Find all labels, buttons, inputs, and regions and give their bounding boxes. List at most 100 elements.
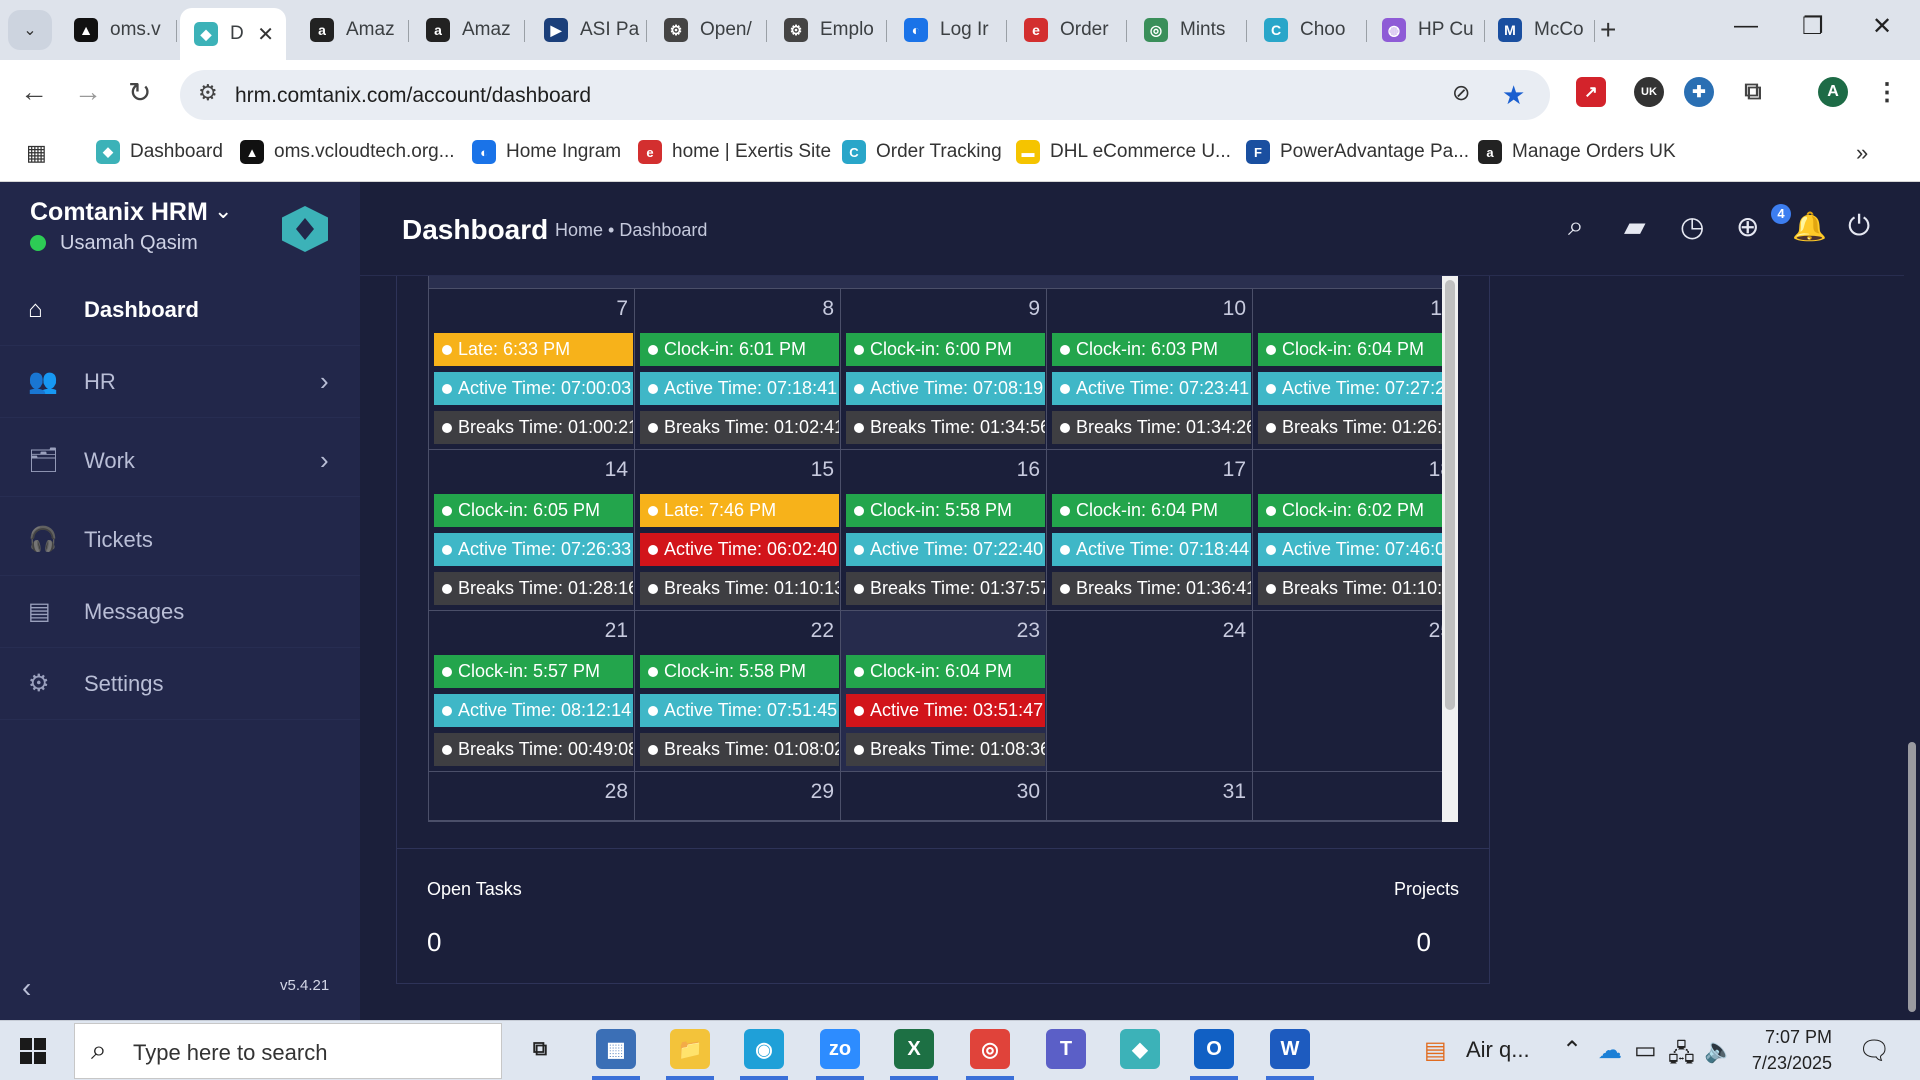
- attendance-event[interactable]: Active Time: 07:08:19: [846, 372, 1045, 405]
- more-bookmarks-icon[interactable]: »: [1856, 140, 1868, 166]
- calendar-day-cell[interactable]: 23 Clock-in: 6:04 PM Active Time: 03:51:47…: [840, 611, 1046, 771]
- clock-icon[interactable]: ◷: [1680, 210, 1704, 243]
- taskbar-app-word[interactable]: W: [1270, 1029, 1310, 1069]
- calendar-scrollbar[interactable]: [1442, 276, 1458, 822]
- attendance-event[interactable]: Breaks Time: 01:08:36: [846, 733, 1045, 766]
- minimize-button[interactable]: —: [1734, 12, 1758, 40]
- attendance-event[interactable]: Active Time: 07:23:41: [1052, 372, 1251, 405]
- attendance-event[interactable]: Active Time: 07:22:40: [846, 533, 1045, 566]
- attendance-event[interactable]: Late: 7:46 PM: [640, 494, 839, 527]
- attendance-event[interactable]: Clock-in: 6:05 PM: [434, 494, 633, 527]
- day-number[interactable]: 14: [605, 458, 628, 482]
- close-tab-icon[interactable]: ✕: [257, 22, 274, 47]
- calendar-day-cell[interactable]: 14 Clock-in: 6:05 PM Active Time: 07:26:33…: [428, 450, 634, 610]
- sidebar-item-tickets[interactable]: 🎧 Tickets: [0, 504, 360, 576]
- day-number[interactable]: 21: [605, 619, 628, 643]
- attendance-event[interactable]: Active Time: 07:26:33: [434, 533, 633, 566]
- chevron-down-icon[interactable]: ⌄: [214, 198, 232, 224]
- browser-menu-icon[interactable]: ⋮: [1872, 77, 1902, 107]
- browser-tab[interactable]: a Amaz: [296, 8, 408, 52]
- attendance-event[interactable]: Breaks Time: 01:28:16: [434, 572, 633, 605]
- close-window-button[interactable]: ✕: [1872, 12, 1892, 41]
- browser-tab[interactable]: ▶ ASI Pa: [530, 8, 646, 52]
- sidebar-item-dashboard[interactable]: ⌂ Dashboard: [0, 274, 360, 346]
- attendance-event[interactable]: Breaks Time: 01:36:41: [1052, 572, 1251, 605]
- day-number[interactable]: 31: [1223, 780, 1246, 804]
- calendar-day-cell[interactable]: 24: [1046, 611, 1252, 771]
- calendar-day-cell[interactable]: 18 Clock-in: 6:02 PM Active Time: 07:46:0 B…: [1252, 450, 1458, 610]
- day-number[interactable]: 16: [1017, 458, 1040, 482]
- attendance-event[interactable]: Breaks Time: 01:34:26: [1052, 411, 1251, 444]
- power-icon[interactable]: ⏻: [1848, 210, 1870, 243]
- calendar-day-cell[interactable]: 11Clock-in: 6:04 PMActive Time: 07:27:2B…: [1252, 289, 1458, 449]
- attendance-event[interactable]: Active Time: 07:46:0: [1258, 533, 1457, 566]
- attendance-event[interactable]: Active Time: 07:18:41: [640, 372, 839, 405]
- sidebar-item-settings[interactable]: ⚙ Settings: [0, 648, 360, 720]
- bookmark-star-icon[interactable]: ★: [1502, 80, 1525, 111]
- bookmark-item[interactable]: ◆ Dashboard: [96, 140, 223, 164]
- volume-icon[interactable]: 🔈: [1704, 1036, 1734, 1065]
- attendance-event[interactable]: Active Time: 07:18:44: [1052, 533, 1251, 566]
- sidebar-item-work[interactable]: 🗂 Work ›: [0, 425, 360, 497]
- clock-time[interactable]: 7:07 PM: [1752, 1027, 1832, 1048]
- attendance-event[interactable]: Breaks Time: 01:08:02: [640, 733, 839, 766]
- attendance-event[interactable]: Late: 6:33 PM: [434, 333, 633, 366]
- notifications-icon[interactable]: 🗨: [1858, 1035, 1891, 1066]
- attendance-event[interactable]: Breaks Time: 01:34:56: [846, 411, 1045, 444]
- eye-off-icon[interactable]: ⊘: [1452, 80, 1470, 106]
- network-icon[interactable]: 🖧: [1668, 1036, 1695, 1077]
- taskbar-app-edge[interactable]: ◉: [744, 1029, 784, 1069]
- taskbar-app-zoom[interactable]: zo: [820, 1029, 860, 1069]
- attendance-event[interactable]: Clock-in: 6:04 PM: [1258, 333, 1457, 366]
- attendance-event[interactable]: Active Time: 06:02:40: [640, 533, 839, 566]
- sticky-note-icon[interactable]: ▰: [1624, 210, 1646, 243]
- bookmark-item[interactable]: F PowerAdvantage Pa...: [1246, 140, 1469, 164]
- add-circle-icon[interactable]: ⊕: [1736, 210, 1759, 243]
- day-number[interactable]: 22: [811, 619, 834, 643]
- bookmark-item[interactable]: ◐ Home Ingram: [472, 140, 621, 164]
- calendar-day-cell[interactable]: 7 Late: 6:33 PM Active Time: 07:00:03 Break…: [428, 289, 634, 449]
- day-number[interactable]: 10: [1223, 297, 1246, 321]
- attendance-event[interactable]: Clock-in: 5:58 PM: [846, 494, 1045, 527]
- forward-button[interactable]: →: [74, 76, 102, 108]
- extensions-puzzle-icon[interactable]: ⧉: [1738, 77, 1768, 107]
- day-number[interactable]: 15: [811, 458, 834, 482]
- attendance-event[interactable]: Active Time: 03:51:47: [846, 694, 1045, 727]
- attendance-event[interactable]: Breaks Time: 01:00:21: [434, 411, 633, 444]
- calendar-day-cell[interactable]: 30: [840, 772, 1046, 821]
- attendance-event[interactable]: Breaks Time: 00:49:08: [434, 733, 633, 766]
- calendar-day-cell[interactable]: 31: [1046, 772, 1252, 821]
- collapse-sidebar-button[interactable]: ‹: [22, 972, 31, 1004]
- taskbar-app-chrome[interactable]: ◎: [970, 1029, 1010, 1069]
- bookmark-item[interactable]: ▲ oms.vcloudtech.org...: [240, 140, 455, 164]
- clock-date[interactable]: 7/23/2025: [1740, 1053, 1832, 1074]
- attendance-event[interactable]: Active Time: 08:12:14: [434, 694, 633, 727]
- restore-button[interactable]: ❐: [1802, 12, 1824, 41]
- attendance-event[interactable]: Breaks Time: 01:10:4: [1258, 572, 1457, 605]
- brand-name[interactable]: Comtanix HRM: [30, 198, 208, 227]
- back-button[interactable]: ←: [20, 76, 48, 108]
- attendance-event[interactable]: Clock-in: 6:03 PM: [1052, 333, 1251, 366]
- weather-icon[interactable]: ▤: [1424, 1036, 1447, 1065]
- page-scrollbar-thumb[interactable]: [1908, 742, 1916, 1012]
- calendar-day-cell[interactable]: [1252, 772, 1458, 821]
- browser-tab[interactable]: M McCo: [1484, 8, 1594, 52]
- browser-tab[interactable]: e Order: [1010, 8, 1126, 52]
- calendar-day-cell[interactable]: 10 Clock-in: 6:03 PM Active Time: 07:23:41…: [1046, 289, 1252, 449]
- day-number[interactable]: 29: [811, 780, 834, 804]
- calendar-day-cell[interactable]: 9 Clock-in: 6:00 PM Active Time: 07:08:19 B…: [840, 289, 1046, 449]
- browser-tab[interactable]: ◎ Mints: [1130, 8, 1246, 52]
- taskbar-app-task-view[interactable]: ⧉: [520, 1029, 560, 1069]
- taskbar-app-comtanix[interactable]: ◆: [1120, 1029, 1160, 1069]
- breadcrumb[interactable]: Home • Dashboard: [555, 220, 707, 241]
- bookmark-item[interactable]: C Order Tracking: [842, 140, 1002, 164]
- browser-tab[interactable]: ⚙ Emplo: [770, 8, 886, 52]
- taskbar-app-file-explorer[interactable]: 📁: [670, 1029, 710, 1069]
- sidebar-item-messages[interactable]: ▤ Messages: [0, 576, 360, 648]
- calendar-day-cell[interactable]: 28: [428, 772, 634, 821]
- day-number[interactable]: 8: [822, 297, 834, 321]
- day-number[interactable]: 23: [1017, 619, 1040, 643]
- attendance-event[interactable]: Breaks Time: 01:37:57: [846, 572, 1045, 605]
- onedrive-icon[interactable]: ☁: [1598, 1036, 1622, 1065]
- browser-tab[interactable]: C Choo: [1250, 8, 1366, 52]
